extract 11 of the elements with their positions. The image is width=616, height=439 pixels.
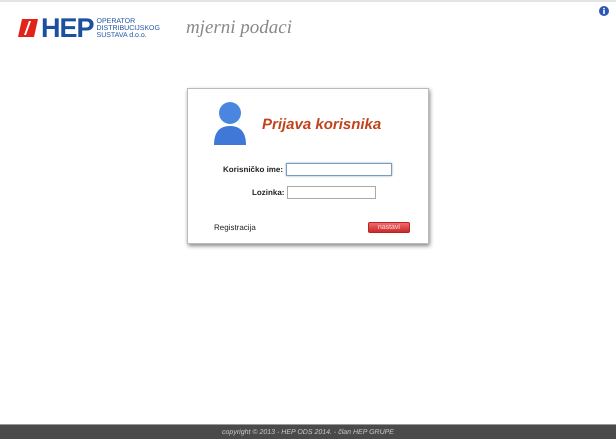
user-avatar-icon [214, 101, 246, 147]
logo-mark-icon [18, 19, 38, 37]
info-icon[interactable] [599, 6, 609, 16]
field-label: Korisničko ime: [223, 165, 284, 174]
register-link[interactable]: Registracija [214, 223, 256, 232]
login-title: Prijava korisnika [262, 116, 382, 132]
username-field[interactable] [286, 163, 392, 176]
page-title: mjerni podaci [186, 17, 292, 39]
logo-brand: HEP [41, 14, 94, 42]
password-field[interactable] [287, 186, 376, 199]
field-label: Lozinka: [252, 188, 284, 197]
